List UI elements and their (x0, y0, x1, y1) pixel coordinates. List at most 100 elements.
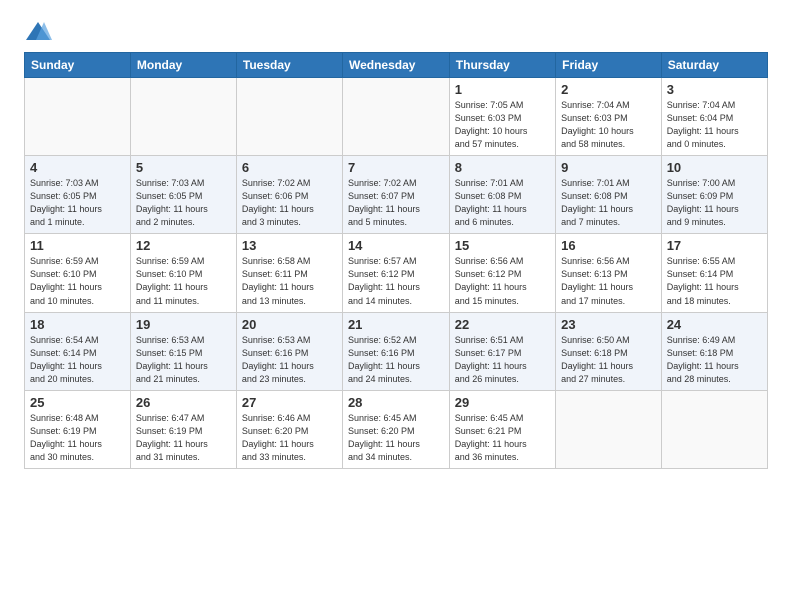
day-info: Sunrise: 7:04 AM Sunset: 6:04 PM Dayligh… (667, 99, 762, 151)
day-info: Sunrise: 6:59 AM Sunset: 6:10 PM Dayligh… (30, 255, 125, 307)
day-cell: 14 Sunrise: 6:57 AM Sunset: 6:12 PM Dayli… (342, 234, 449, 312)
day-number: 13 (242, 238, 337, 253)
day-info: Sunrise: 6:51 AM Sunset: 6:17 PM Dayligh… (455, 334, 550, 386)
day-info: Sunrise: 7:05 AM Sunset: 6:03 PM Dayligh… (455, 99, 550, 151)
week-row-3: 11Sunrise: 6:59 AM Sunset: 6:10 PM Dayli… (25, 234, 768, 312)
day-number: 12 (136, 238, 231, 253)
day-cell: 5 Sunrise: 7:03 AM Sunset: 6:05 PM Daylig… (130, 156, 236, 234)
day-info: Sunrise: 7:01 AM Sunset: 6:08 PM Dayligh… (455, 177, 550, 229)
day-cell: 29Sunrise: 6:45 AM Sunset: 6:21 PM Dayli… (449, 390, 555, 468)
day-cell: 1Sunrise: 7:05 AM Sunset: 6:03 PM Daylig… (449, 78, 555, 156)
week-row-4: 18 Sunrise: 6:54 AM Sunset: 6:14 PM Dayli… (25, 312, 768, 390)
day-cell: 15 Sunrise: 6:56 AM Sunset: 6:12 PM Dayli… (449, 234, 555, 312)
day-cell: 26Sunrise: 6:47 AM Sunset: 6:19 PM Dayli… (130, 390, 236, 468)
day-number: 8 (455, 160, 550, 175)
week-row-2: 4 Sunrise: 7:03 AM Sunset: 6:05 PM Daylig… (25, 156, 768, 234)
day-cell: 3 Sunrise: 7:04 AM Sunset: 6:04 PM Daylig… (661, 78, 767, 156)
day-cell: 16Sunrise: 6:56 AM Sunset: 6:13 PM Dayli… (556, 234, 662, 312)
day-info: Sunrise: 7:00 AM Sunset: 6:09 PM Dayligh… (667, 177, 762, 229)
weekday-header-wednesday: Wednesday (342, 53, 449, 78)
day-info: Sunrise: 6:46 AM Sunset: 6:20 PM Dayligh… (242, 412, 337, 464)
week-row-5: 25 Sunrise: 6:48 AM Sunset: 6:19 PM Dayli… (25, 390, 768, 468)
day-number: 25 (30, 395, 125, 410)
day-info: Sunrise: 7:01 AM Sunset: 6:08 PM Dayligh… (561, 177, 656, 229)
weekday-header-sunday: Sunday (25, 53, 131, 78)
day-number: 26 (136, 395, 231, 410)
day-number: 21 (348, 317, 444, 332)
weekday-header-friday: Friday (556, 53, 662, 78)
logo-icon (24, 20, 52, 42)
day-cell: 4 Sunrise: 7:03 AM Sunset: 6:05 PM Daylig… (25, 156, 131, 234)
day-cell: 25 Sunrise: 6:48 AM Sunset: 6:19 PM Dayli… (25, 390, 131, 468)
day-cell: 10 Sunrise: 7:00 AM Sunset: 6:09 PM Dayli… (661, 156, 767, 234)
day-number: 20 (242, 317, 337, 332)
day-number: 14 (348, 238, 444, 253)
day-cell (236, 78, 342, 156)
day-cell: 23 Sunrise: 6:50 AM Sunset: 6:18 PM Dayli… (556, 312, 662, 390)
day-info: Sunrise: 6:53 AM Sunset: 6:15 PM Dayligh… (136, 334, 231, 386)
logo (24, 20, 56, 42)
day-info: Sunrise: 7:02 AM Sunset: 6:06 PM Dayligh… (242, 177, 337, 229)
day-number: 3 (667, 82, 762, 97)
weekday-header-tuesday: Tuesday (236, 53, 342, 78)
day-info: Sunrise: 7:02 AM Sunset: 6:07 PM Dayligh… (348, 177, 444, 229)
day-info: Sunrise: 6:45 AM Sunset: 6:20 PM Dayligh… (348, 412, 444, 464)
day-info: Sunrise: 6:55 AM Sunset: 6:14 PM Dayligh… (667, 255, 762, 307)
day-info: Sunrise: 7:03 AM Sunset: 6:05 PM Dayligh… (136, 177, 231, 229)
day-info: Sunrise: 6:49 AM Sunset: 6:18 PM Dayligh… (667, 334, 762, 386)
day-cell: 7 Sunrise: 7:02 AM Sunset: 6:07 PM Daylig… (342, 156, 449, 234)
day-cell (25, 78, 131, 156)
day-number: 17 (667, 238, 762, 253)
day-number: 4 (30, 160, 125, 175)
calendar-body: 1Sunrise: 7:05 AM Sunset: 6:03 PM Daylig… (25, 78, 768, 469)
day-cell: 18 Sunrise: 6:54 AM Sunset: 6:14 PM Dayli… (25, 312, 131, 390)
weekday-header-thursday: Thursday (449, 53, 555, 78)
weekday-header-saturday: Saturday (661, 53, 767, 78)
day-number: 10 (667, 160, 762, 175)
day-cell: 11Sunrise: 6:59 AM Sunset: 6:10 PM Dayli… (25, 234, 131, 312)
day-info: Sunrise: 6:53 AM Sunset: 6:16 PM Dayligh… (242, 334, 337, 386)
day-info: Sunrise: 6:52 AM Sunset: 6:16 PM Dayligh… (348, 334, 444, 386)
day-info: Sunrise: 6:57 AM Sunset: 6:12 PM Dayligh… (348, 255, 444, 307)
day-number: 22 (455, 317, 550, 332)
day-cell: 20 Sunrise: 6:53 AM Sunset: 6:16 PM Dayli… (236, 312, 342, 390)
day-cell: 9Sunrise: 7:01 AM Sunset: 6:08 PM Daylig… (556, 156, 662, 234)
day-number: 28 (348, 395, 444, 410)
day-cell: 27 Sunrise: 6:46 AM Sunset: 6:20 PM Dayli… (236, 390, 342, 468)
day-info: Sunrise: 6:56 AM Sunset: 6:12 PM Dayligh… (455, 255, 550, 307)
day-info: Sunrise: 6:45 AM Sunset: 6:21 PM Dayligh… (455, 412, 550, 464)
day-cell (661, 390, 767, 468)
day-info: Sunrise: 6:56 AM Sunset: 6:13 PM Dayligh… (561, 255, 656, 307)
day-cell: 28 Sunrise: 6:45 AM Sunset: 6:20 PM Dayli… (342, 390, 449, 468)
day-number: 15 (455, 238, 550, 253)
weekday-row: SundayMondayTuesdayWednesdayThursdayFrid… (25, 53, 768, 78)
calendar-header: SundayMondayTuesdayWednesdayThursdayFrid… (25, 53, 768, 78)
day-cell: 21 Sunrise: 6:52 AM Sunset: 6:16 PM Dayli… (342, 312, 449, 390)
weekday-header-monday: Monday (130, 53, 236, 78)
day-cell: 6 Sunrise: 7:02 AM Sunset: 6:06 PM Daylig… (236, 156, 342, 234)
day-cell: 13Sunrise: 6:58 AM Sunset: 6:11 PM Dayli… (236, 234, 342, 312)
day-number: 2 (561, 82, 656, 97)
day-cell: 8 Sunrise: 7:01 AM Sunset: 6:08 PM Daylig… (449, 156, 555, 234)
day-cell (342, 78, 449, 156)
day-cell: 24 Sunrise: 6:49 AM Sunset: 6:18 PM Dayli… (661, 312, 767, 390)
day-number: 23 (561, 317, 656, 332)
day-info: Sunrise: 7:03 AM Sunset: 6:05 PM Dayligh… (30, 177, 125, 229)
day-info: Sunrise: 6:54 AM Sunset: 6:14 PM Dayligh… (30, 334, 125, 386)
day-number: 18 (30, 317, 125, 332)
day-number: 5 (136, 160, 231, 175)
day-cell: 17 Sunrise: 6:55 AM Sunset: 6:14 PM Dayli… (661, 234, 767, 312)
day-number: 6 (242, 160, 337, 175)
day-cell: 19 Sunrise: 6:53 AM Sunset: 6:15 PM Dayli… (130, 312, 236, 390)
day-info: Sunrise: 6:50 AM Sunset: 6:18 PM Dayligh… (561, 334, 656, 386)
day-number: 24 (667, 317, 762, 332)
day-info: Sunrise: 6:48 AM Sunset: 6:19 PM Dayligh… (30, 412, 125, 464)
day-number: 7 (348, 160, 444, 175)
day-cell: 2Sunrise: 7:04 AM Sunset: 6:03 PM Daylig… (556, 78, 662, 156)
day-cell (130, 78, 236, 156)
day-number: 19 (136, 317, 231, 332)
day-cell: 12 Sunrise: 6:59 AM Sunset: 6:10 PM Dayli… (130, 234, 236, 312)
day-cell (556, 390, 662, 468)
day-number: 27 (242, 395, 337, 410)
day-info: Sunrise: 6:59 AM Sunset: 6:10 PM Dayligh… (136, 255, 231, 307)
